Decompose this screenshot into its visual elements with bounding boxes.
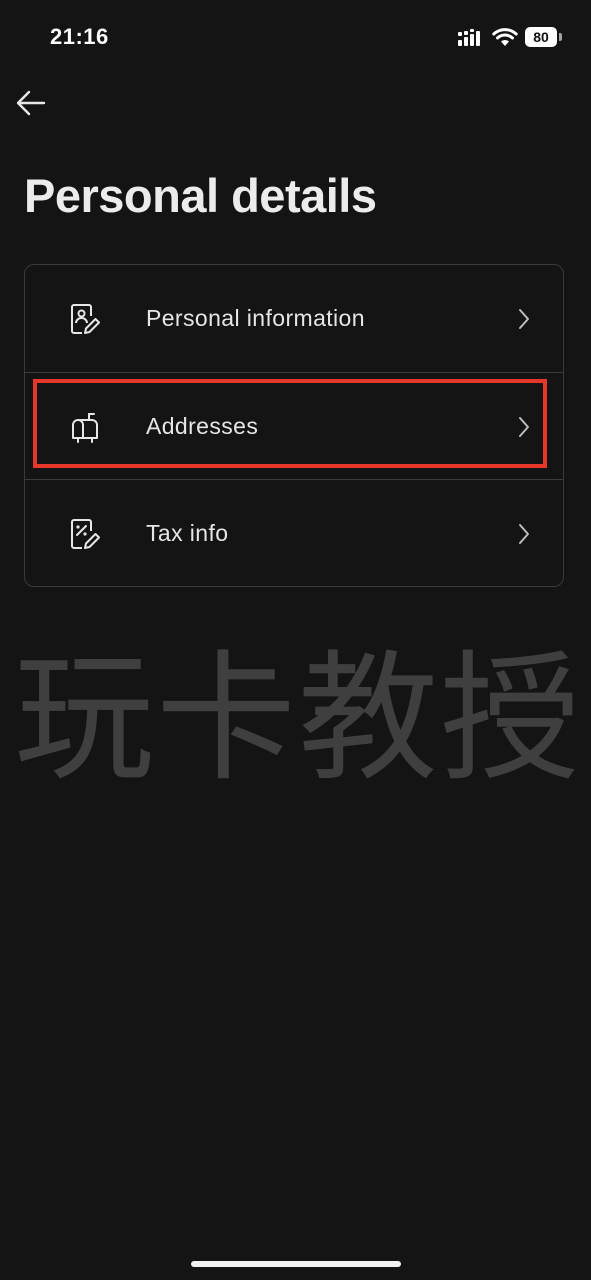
tax-document-edit-icon	[71, 519, 100, 549]
signal-icon	[458, 29, 480, 46]
chevron-right-icon	[519, 524, 529, 544]
chevron-right-icon	[519, 417, 529, 437]
personal-details-menu: Personal information Addresses Tax info	[24, 264, 564, 587]
watermark-text: 玩卡教授	[14, 638, 583, 801]
menu-item-label: Personal information	[146, 305, 365, 331]
menu-item-label: Addresses	[146, 413, 259, 439]
battery-tip	[559, 33, 562, 41]
menu-item-addresses[interactable]: Addresses	[25, 372, 563, 479]
status-time: 21:16	[50, 24, 109, 49]
highlight-box	[33, 379, 547, 468]
back-arrow-icon[interactable]	[14, 86, 48, 120]
menu-item-personal-information[interactable]: Personal information	[25, 265, 563, 372]
id-card-edit-icon	[71, 304, 100, 334]
status-bar: 21:16 80	[0, 0, 591, 76]
battery-level: 80	[533, 29, 549, 45]
menu-item-label: Tax info	[146, 520, 229, 546]
page-title: Personal details	[24, 169, 377, 222]
chevron-right-icon	[519, 309, 529, 329]
wifi-icon	[492, 28, 518, 46]
menu-item-tax-info[interactable]: Tax info	[25, 479, 563, 586]
home-indicator[interactable]	[191, 1261, 401, 1267]
mailbox-icon	[72, 413, 98, 443]
battery-icon: 80	[525, 27, 557, 47]
